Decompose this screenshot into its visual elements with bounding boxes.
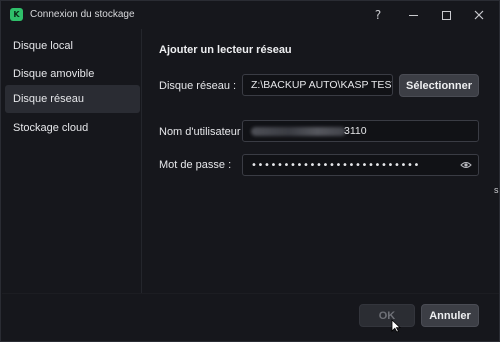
help-icon[interactable]: ? (363, 1, 393, 29)
app-logo-icon: K (10, 8, 23, 21)
sidebar-item-cloud-storage[interactable]: Stockage cloud (5, 114, 140, 142)
ok-button[interactable]: OK (359, 304, 415, 327)
sidebar: Disque local Disque amovible Disque rése… (2, 29, 142, 293)
storage-connection-dialog: K Connexion du stockage ? Disque local D… (0, 0, 500, 342)
cancel-button[interactable]: Annuler (421, 304, 479, 327)
network-drive-field[interactable]: Z:\BACKUP AUTO\KASP TEST (242, 74, 393, 96)
title-bar[interactable]: K Connexion du stockage ? (1, 1, 499, 29)
username-label: Nom d'utilisateur : (159, 126, 247, 138)
close-icon[interactable] (464, 1, 494, 29)
eye-icon[interactable] (460, 159, 472, 171)
window-title: Connexion du stockage (30, 9, 135, 20)
redacted-username-blur (251, 127, 346, 136)
minimize-icon[interactable] (398, 1, 428, 29)
mouse-cursor-icon (391, 319, 401, 333)
footer-divider (2, 293, 499, 294)
password-label: Mot de passe : (159, 159, 232, 171)
username-visible-suffix: 3110 (344, 125, 367, 137)
maximize-icon[interactable] (431, 1, 461, 29)
select-button[interactable]: Sélectionner (399, 74, 479, 97)
network-drive-label: Disque réseau : (159, 80, 237, 92)
sidebar-item-local-disk[interactable]: Disque local (5, 32, 140, 60)
username-field[interactable]: 3110 (242, 120, 479, 142)
sidebar-item-network-disk[interactable]: Disque réseau (5, 85, 140, 113)
offscreen-text-fragment: s (494, 185, 499, 195)
sidebar-item-removable-disk[interactable]: Disque amovible (5, 60, 140, 88)
password-mask: •••••••••••••••••••••••••• (251, 160, 420, 171)
password-field[interactable]: •••••••••••••••••••••••••• (242, 154, 479, 176)
section-title: Ajouter un lecteur réseau (159, 44, 292, 56)
